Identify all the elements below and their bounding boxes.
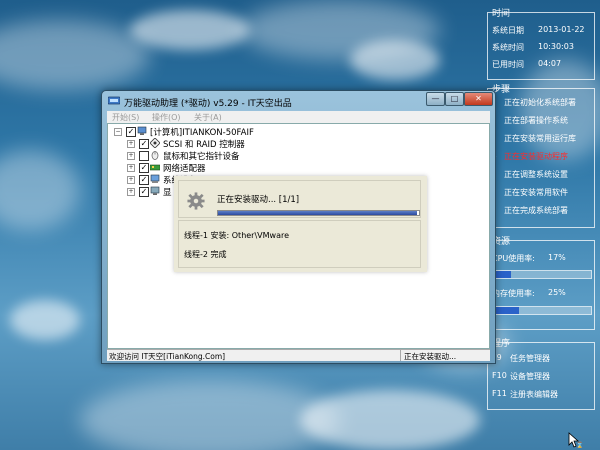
system-device-icon (150, 174, 160, 183)
expand-icon[interactable]: + (127, 176, 135, 184)
tree-checkbox[interactable]: ✓ (139, 163, 149, 173)
elapsed-time-value: 04:07 (538, 59, 562, 68)
tool-label: 设备管理器 (510, 372, 550, 381)
cloud (350, 40, 440, 80)
tool-device-manager[interactable]: F10 设备管理器 (492, 371, 550, 381)
scsi-controller-icon (150, 138, 160, 148)
tool-registry-editor[interactable]: F11 注册表编辑器 (492, 389, 558, 399)
tree-item-label: 鼠标和其它指针设备 (163, 152, 240, 162)
cloud (0, 150, 80, 230)
expand-icon[interactable]: + (127, 152, 135, 160)
tree-item-scsi[interactable]: + ✓ SCSI 和 RAID 控制器 (127, 138, 327, 150)
app-icon (108, 96, 120, 105)
cpu-usage-row: CPU使用率: 17% (492, 253, 566, 264)
cloud (130, 10, 250, 50)
step-label: 正在安装常用运行库 (504, 134, 576, 143)
cpu-usage-value: 17% (548, 253, 566, 262)
cpu-usage-label: CPU使用率: (492, 254, 535, 263)
install-progress-bar (217, 210, 420, 216)
tree-item-computer[interactable]: − ✓ [计算机]ITIANKON-50FAIF (114, 126, 334, 138)
computer-icon (137, 126, 147, 135)
memory-usage-value: 25% (548, 288, 566, 297)
tree-item-mouse[interactable]: + 鼠标和其它指针设备 (127, 150, 327, 162)
tree-item-label: [计算机]ITIANKON-50FAIF (150, 128, 254, 138)
cpu-usage-bar (494, 270, 592, 279)
install-progress-dialog: 正在安装驱动... [1/1] 线程-1 安装: Other\VMware 线程… (174, 176, 427, 272)
system-date-value: 2013-01-22 (538, 25, 585, 34)
step-label: 正在调整系统设置 (504, 170, 568, 179)
thread-1-status: 线程-1 安装: Other\VMware (184, 231, 290, 240)
tree-checkbox[interactable]: ✓ (139, 187, 149, 197)
tree-item-label: 网络适配器 (163, 164, 206, 174)
step-label: 正在初始化系统部署 (504, 98, 576, 107)
system-time-row: 系统时间 10:30:03 (492, 42, 574, 53)
maximize-button[interactable]: □ (445, 92, 464, 106)
collapse-icon[interactable]: − (114, 128, 122, 136)
system-time-value: 10:30:03 (538, 42, 574, 51)
cloud (10, 300, 80, 340)
memory-usage-bar (494, 306, 592, 315)
menu-about[interactable]: 关于(A) (194, 112, 222, 123)
step-label: 正在安装驱动程序 (504, 152, 568, 161)
steps-panel: 步骤 1正在初始化系统部署2正在部署操作系统3正在安装常用运行库4正在安装驱动程… (487, 85, 595, 228)
cloud (300, 390, 480, 450)
memory-usage-row: 内存使用率: 25% (492, 288, 566, 299)
menu-bar: 开始(S) 操作(O) 关于(A) (107, 111, 490, 123)
tree-checkbox[interactable]: ✓ (139, 139, 149, 149)
elapsed-time-label: 已用时间 (492, 60, 524, 69)
progress-section: 正在安装驱动... [1/1] (178, 180, 421, 218)
tool-key: F10 (492, 371, 507, 380)
system-time-label: 系统时间 (492, 43, 524, 52)
tool-key: F11 (492, 389, 507, 398)
time-panel-title: 时间 (492, 9, 511, 19)
thread-2-status: 线程-2 完成 (184, 250, 227, 259)
svg-text:⌛: ⌛ (576, 441, 582, 448)
tool-label: 任务管理器 (510, 354, 550, 363)
tree-item-network[interactable]: + ✓ 网络适配器 (127, 162, 327, 174)
resource-panel: 资源 CPU使用率: 17% 内存使用率: 25% (487, 237, 595, 330)
cpu-usage-bar-fill (495, 271, 512, 278)
cursor-icon: ⌛ (568, 432, 582, 448)
system-date-row: 系统日期 2013-01-22 (492, 25, 585, 36)
status-progress-text: 正在安装驱动... (404, 352, 457, 361)
step-label: 正在完成系统部署 (504, 206, 568, 215)
menu-start[interactable]: 开始(S) (112, 112, 139, 123)
expand-icon[interactable]: + (127, 188, 135, 196)
memory-usage-bar-fill (495, 307, 519, 314)
step-label: 正在部署操作系统 (504, 116, 568, 125)
time-panel: 时间 系统日期 2013-01-22 系统时间 10:30:03 已用时间 04… (487, 9, 595, 80)
window-title: 万能驱动助理 (*驱动) v5.29 - IT天空出品 (124, 99, 292, 109)
tool-label: 注册表编辑器 (510, 390, 558, 399)
threads-section: 线程-1 安装: Other\VMware 线程-2 完成 (178, 220, 421, 268)
status-bar: 欢迎访问 IT天空[iTianKong.Com] 正在安装驱动... (107, 349, 490, 361)
tree-checkbox[interactable]: ✓ (139, 175, 149, 185)
install-progress-fill (218, 211, 417, 215)
expand-icon[interactable]: + (127, 140, 135, 148)
progress-title: 正在安装驱动... [1/1] (217, 195, 300, 205)
close-button[interactable]: ✕ (464, 92, 493, 106)
system-date-label: 系统日期 (492, 26, 524, 35)
tree-checkbox[interactable] (139, 151, 149, 161)
mouse-icon (151, 151, 159, 160)
window-titlebar[interactable]: 万能驱动助理 (*驱动) v5.29 - IT天空出品 — □ ✕ (102, 91, 495, 111)
tree-checkbox[interactable]: ✓ (126, 127, 136, 137)
status-welcome-text: 欢迎访问 IT天空[iTianKong.Com] (109, 352, 226, 361)
network-adapter-icon (150, 164, 160, 171)
display-adapter-icon (150, 186, 160, 195)
elapsed-time-row: 已用时间 04:07 (492, 59, 561, 70)
status-divider (400, 350, 401, 361)
memory-usage-label: 内存使用率: (492, 289, 535, 298)
tree-item-label: SCSI 和 RAID 控制器 (163, 140, 245, 150)
minimize-button[interactable]: — (426, 92, 445, 106)
tools-panel: 程序 F9 任务管理器 F10 设备管理器 F11 注册表编辑器 (487, 339, 595, 410)
gear-icon (187, 192, 205, 210)
menu-operate[interactable]: 操作(O) (152, 112, 181, 123)
tree-item-label: 显 (163, 188, 172, 198)
expand-icon[interactable]: + (127, 164, 135, 172)
step-label: 正在安装常用软件 (504, 188, 568, 197)
cloud (0, 20, 150, 90)
